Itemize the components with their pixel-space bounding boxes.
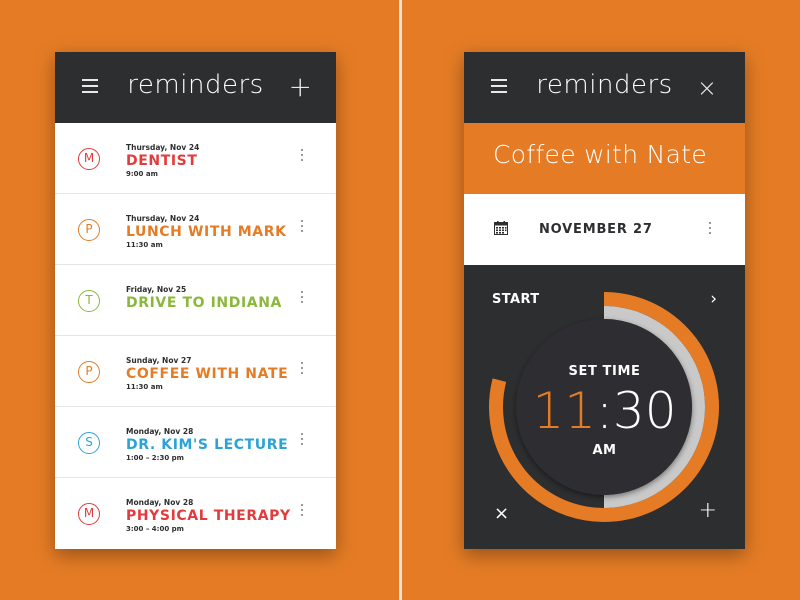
reminder-date: Sunday, Nov 27 bbox=[126, 356, 192, 365]
set-time-label: SET TIME bbox=[568, 364, 641, 379]
reminder-date: Thursday, Nov 24 bbox=[126, 214, 200, 223]
app-bar: reminders + bbox=[55, 52, 336, 123]
date-row[interactable]: NOVEMBER 27 bbox=[464, 194, 745, 265]
reminder-time: 11:30 am bbox=[126, 241, 163, 249]
category-avatar: M bbox=[78, 148, 100, 170]
reminder-name: DR. KIM'S LECTURE bbox=[126, 437, 289, 453]
reminder-date: Friday, Nov 25 bbox=[126, 285, 187, 294]
event-title-banner: Coffee with Nate bbox=[464, 123, 745, 194]
list-item[interactable]: S Monday, Nov 28 DR. KIM'S LECTURE 1:00 … bbox=[55, 407, 336, 478]
category-avatar: P bbox=[78, 219, 100, 241]
reminder-date: Thursday, Nov 24 bbox=[126, 143, 200, 152]
hour-value[interactable]: 11 bbox=[532, 382, 596, 440]
ampm-toggle[interactable]: AM bbox=[464, 443, 745, 458]
reminder-meta: Monday, Nov 28 PHYSICAL THERAPY 3:00 – 4… bbox=[126, 498, 291, 533]
start-label[interactable]: START bbox=[492, 292, 540, 307]
kebab-icon[interactable] bbox=[300, 362, 304, 377]
reminder-time: 1:00 – 2:30 pm bbox=[126, 454, 184, 462]
reminder-date: Monday, Nov 28 bbox=[126, 427, 194, 436]
reminder-name: COFFEE WITH NATE bbox=[126, 366, 289, 382]
category-avatar: S bbox=[78, 432, 100, 454]
time-display: 11:30 bbox=[464, 379, 745, 443]
time-picker: START › SET TIME 11:30 AM × + bbox=[464, 265, 745, 549]
reminder-time: 11:30 am bbox=[126, 383, 163, 391]
reminder-date: Monday, Nov 28 bbox=[126, 498, 194, 507]
category-avatar: T bbox=[78, 290, 100, 312]
list-item[interactable]: P Sunday, Nov 27 COFFEE WITH NATE 11:30 … bbox=[55, 336, 336, 407]
app-bar: reminders × bbox=[464, 52, 745, 123]
event-title[interactable]: Coffee with Nate bbox=[493, 140, 707, 169]
list-item[interactable]: M Thursday, Nov 24 DENTIST 9:00 am bbox=[55, 123, 336, 194]
category-avatar: M bbox=[78, 503, 100, 525]
reminder-meta: Monday, Nov 28 DR. KIM'S LECTURE 1:00 – … bbox=[126, 427, 288, 462]
list-item[interactable]: M Monday, Nov 28 PHYSICAL THERAPY 3:00 –… bbox=[55, 478, 336, 549]
reminder-meta: Friday, Nov 25 DRIVE TO INDIANA bbox=[126, 285, 282, 312]
reminder-time: 3:00 – 4:00 pm bbox=[126, 525, 184, 533]
reminder-name: LUNCH WITH MARK bbox=[126, 224, 287, 240]
list-item[interactable]: P Thursday, Nov 24 LUNCH WITH MARK 11:30… bbox=[55, 194, 336, 265]
kebab-icon[interactable] bbox=[300, 291, 304, 306]
reminder-name: PHYSICAL THERAPY bbox=[126, 508, 291, 524]
add-reminder-button[interactable]: + bbox=[289, 70, 312, 104]
kebab-icon[interactable] bbox=[300, 149, 304, 164]
screen-divider bbox=[399, 0, 402, 600]
plus-icon[interactable]: + bbox=[699, 498, 717, 523]
kebab-icon[interactable] bbox=[300, 504, 304, 519]
reminder-meta: Sunday, Nov 27 COFFEE WITH NATE 11:30 am bbox=[126, 356, 288, 391]
reminders-list-screen: reminders + M Thursday, Nov 24 DENTIST 9… bbox=[55, 52, 336, 549]
calendar-icon bbox=[494, 221, 508, 235]
reminder-meta: Thursday, Nov 24 LUNCH WITH MARK 11:30 a… bbox=[126, 214, 287, 249]
time-separator: : bbox=[596, 382, 613, 440]
reminder-meta: Thursday, Nov 24 DENTIST 9:00 am bbox=[126, 143, 199, 178]
close-icon[interactable]: × bbox=[494, 503, 509, 524]
minute-value[interactable]: 30 bbox=[613, 382, 677, 440]
kebab-icon[interactable] bbox=[708, 222, 712, 237]
chevron-right-icon[interactable]: › bbox=[710, 289, 717, 309]
reminder-time: 9:00 am bbox=[126, 170, 158, 178]
reminder-list: M Thursday, Nov 24 DENTIST 9:00 am P Thu… bbox=[55, 123, 336, 549]
list-item[interactable]: T Friday, Nov 25 DRIVE TO INDIANA bbox=[55, 265, 336, 336]
reminder-name: DENTIST bbox=[126, 153, 198, 169]
category-avatar: P bbox=[78, 361, 100, 383]
date-label: NOVEMBER 27 bbox=[539, 222, 653, 237]
kebab-icon[interactable] bbox=[300, 433, 304, 448]
reminder-name: DRIVE TO INDIANA bbox=[126, 295, 282, 311]
kebab-icon[interactable] bbox=[300, 220, 304, 235]
close-button[interactable]: × bbox=[697, 71, 717, 105]
reminder-detail-screen: reminders × Coffee with Nate NOVEMBER 27 bbox=[464, 52, 745, 549]
